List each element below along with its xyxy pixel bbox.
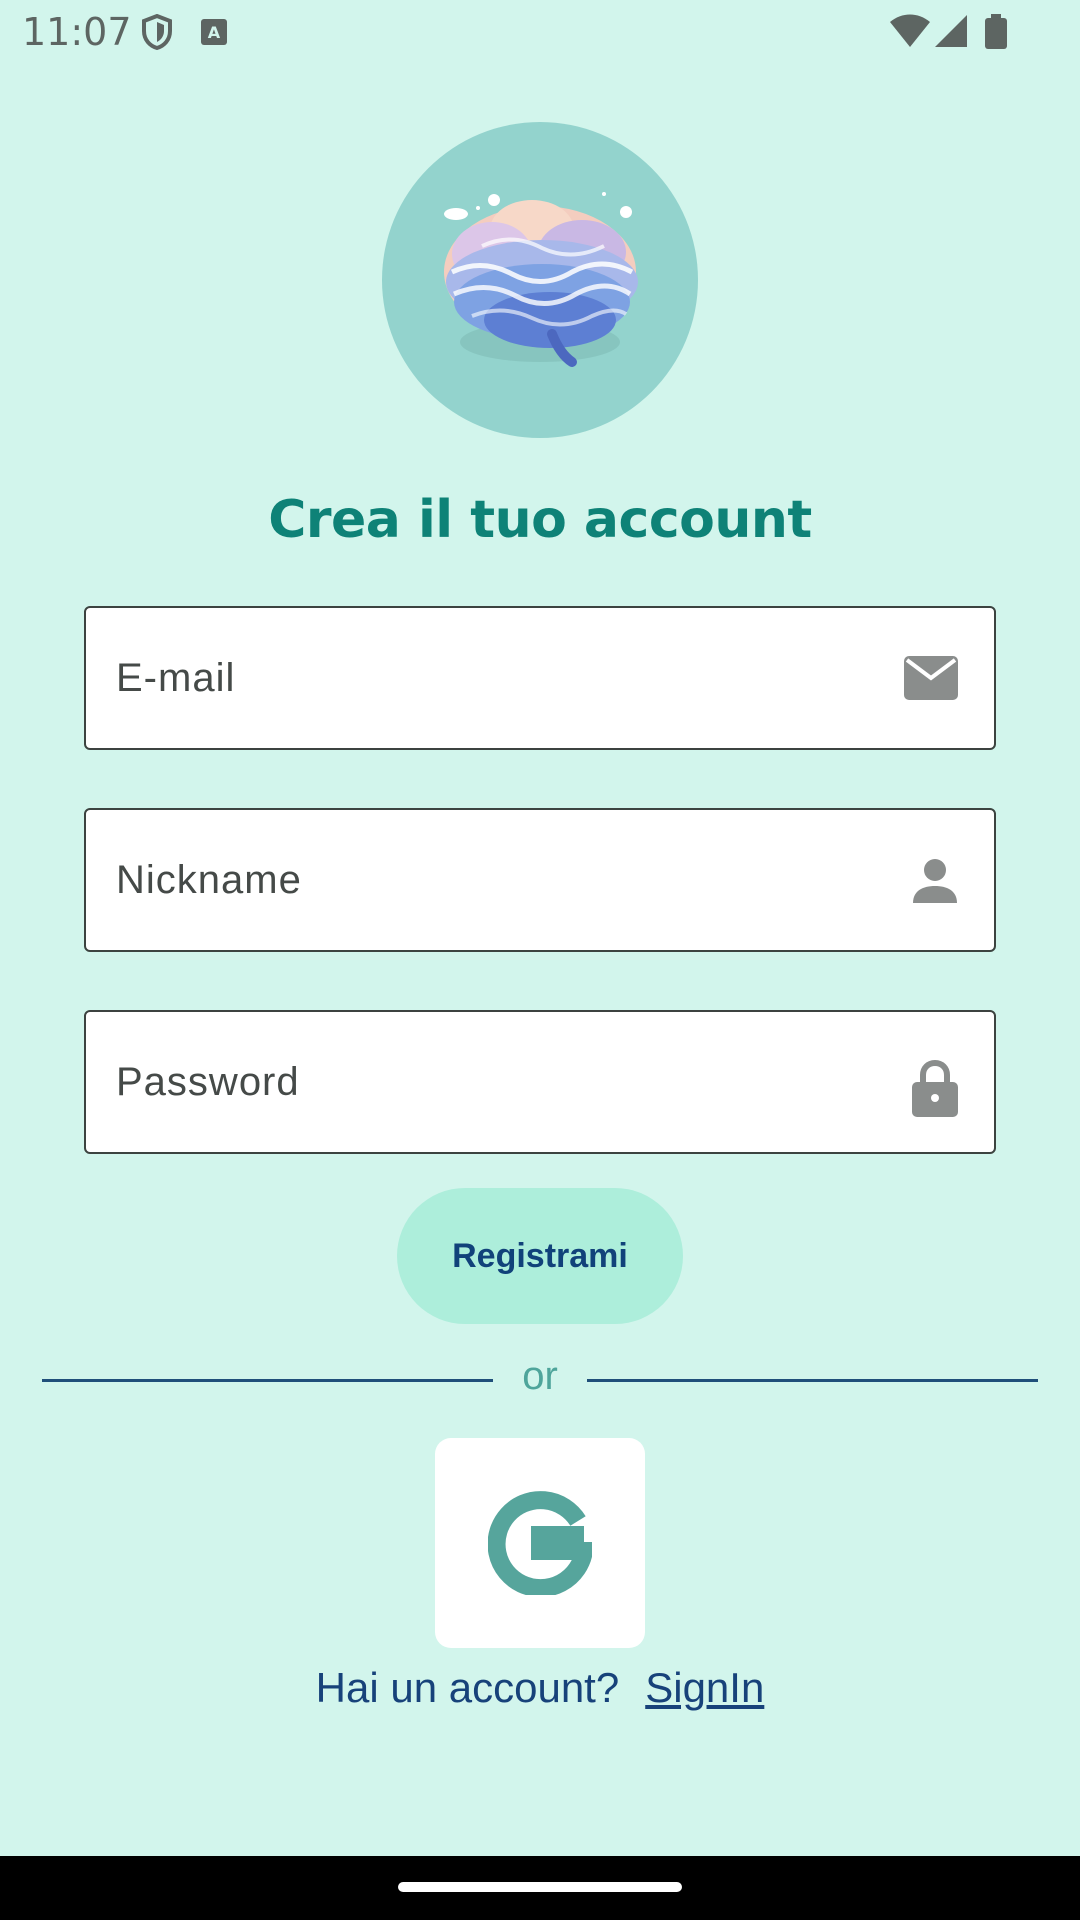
nickname-field[interactable] (84, 808, 996, 952)
signin-link[interactable]: SignIn (645, 1664, 764, 1711)
nickname-input[interactable] (116, 810, 876, 950)
signin-prompt: Hai un account? SignIn (0, 1664, 1080, 1712)
page-title: Crea il tuo account (268, 490, 812, 550)
register-button[interactable]: Registrami (397, 1188, 683, 1324)
password-field[interactable] (84, 1010, 996, 1154)
google-icon (488, 1491, 592, 1595)
divider-line-left (42, 1379, 493, 1382)
wifi-icon (889, 14, 931, 53)
mail-icon (904, 656, 958, 705)
home-handle[interactable] (398, 1882, 682, 1892)
divider-label: or (522, 1354, 558, 1398)
status-bar: 11:07 A (0, 0, 1080, 64)
shield-icon (140, 13, 174, 55)
email-field[interactable] (84, 606, 996, 750)
svg-text:A: A (208, 23, 221, 42)
signin-prompt-text: Hai un account? (315, 1664, 620, 1711)
google-signin-button[interactable] (435, 1438, 645, 1648)
signal-icon (934, 14, 968, 53)
lock-icon (912, 1059, 958, 1123)
password-input[interactable] (116, 1012, 876, 1152)
a-icon: A (200, 18, 228, 51)
divider-line-right (587, 1379, 1038, 1382)
status-time: 11:07 (22, 10, 132, 54)
person-icon (912, 858, 958, 909)
brain-logo (382, 122, 698, 438)
battery-icon (984, 14, 1008, 55)
email-input[interactable] (116, 608, 876, 748)
